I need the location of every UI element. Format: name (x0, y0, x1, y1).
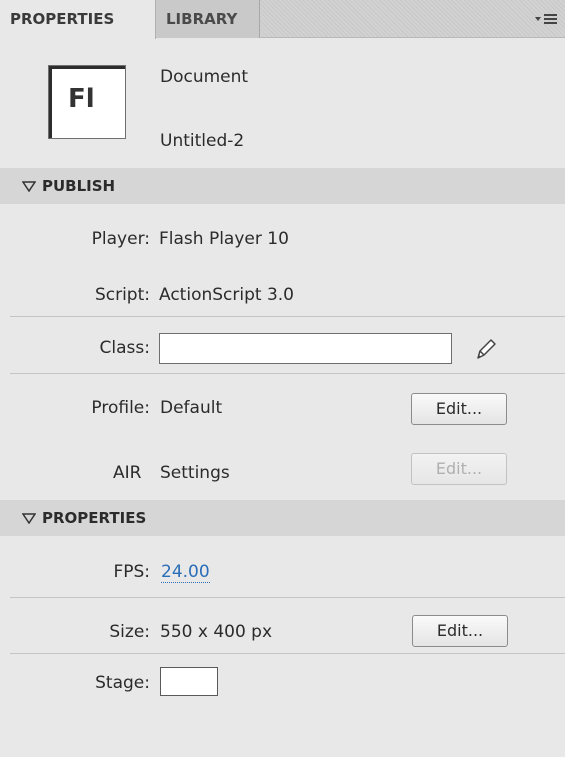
publish-section-title: PUBLISH (42, 177, 116, 195)
player-value: Flash Player 10 (159, 229, 289, 249)
divider (10, 597, 565, 598)
document-type: Document (160, 67, 249, 87)
script-value: ActionScript 3.0 (159, 285, 294, 305)
properties-section-header[interactable]: PROPERTIES (0, 500, 565, 536)
properties-section-title: PROPERTIES (42, 509, 147, 527)
divider (10, 653, 565, 654)
flash-icon-text: Fl (68, 84, 95, 114)
panel-menu-icon[interactable] (535, 12, 557, 26)
divider (10, 316, 565, 317)
profile-edit-button[interactable]: Edit... (411, 393, 507, 425)
stage-label: Stage: (95, 673, 150, 693)
profile-value: Default (160, 398, 223, 418)
flash-document-icon: Fl (48, 65, 126, 139)
collapse-triangle-icon (22, 513, 36, 524)
publish-section-header[interactable]: PUBLISH (0, 168, 565, 204)
stage-color-swatch[interactable] (160, 667, 218, 696)
profile-label: Profile: (91, 398, 150, 418)
panel-tab-bar: PROPERTIES LIBRARY (0, 0, 565, 39)
tab-library[interactable]: LIBRARY (156, 0, 260, 38)
size-value: 550 x 400 px (160, 622, 273, 642)
collapse-triangle-icon (22, 181, 36, 192)
air-settings-edit-button[interactable]: Edit... (411, 453, 507, 485)
class-input[interactable] (159, 333, 452, 364)
script-label: Script: (94, 285, 150, 305)
edit-class-pencil-icon[interactable] (470, 334, 500, 364)
player-label: Player: (91, 229, 150, 249)
size-label: Size: (109, 622, 150, 642)
air-settings-label: Settings (160, 463, 230, 483)
size-edit-button[interactable]: Edit... (412, 615, 508, 647)
air-label: AIR (113, 463, 142, 483)
fps-label: FPS: (113, 562, 150, 582)
class-label: Class: (99, 338, 150, 358)
divider (10, 373, 565, 374)
document-name: Untitled-2 (160, 131, 245, 151)
fps-value[interactable]: 24.00 (161, 562, 210, 583)
tab-properties[interactable]: PROPERTIES (0, 0, 156, 39)
